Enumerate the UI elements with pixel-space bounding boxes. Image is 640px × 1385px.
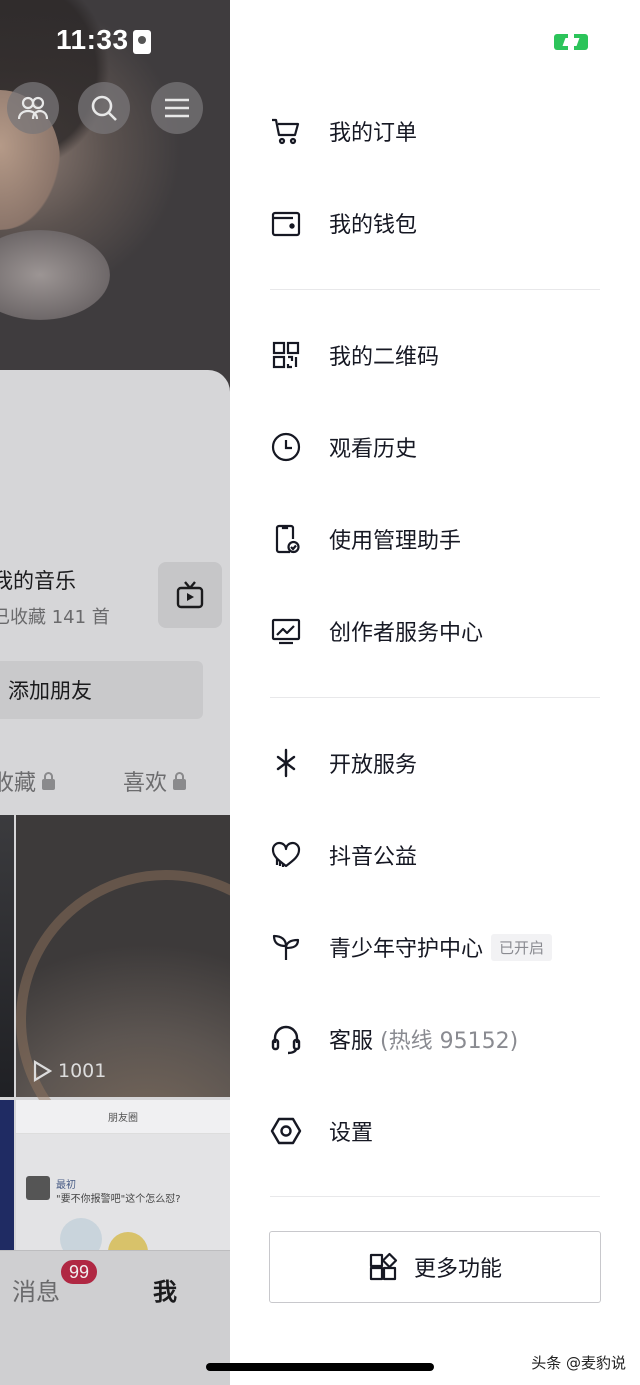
tab-likes-label: 喜欢	[123, 771, 168, 796]
mini-post-name: 最初	[56, 1180, 76, 1191]
divider	[270, 697, 600, 698]
menu-item-open-services[interactable]: 开放服务	[270, 733, 600, 793]
add-friend-label: 添加朋友	[8, 679, 92, 703]
cart-icon	[270, 115, 302, 147]
enabled-badge: 已开启	[491, 933, 553, 961]
sprout-icon	[270, 931, 302, 963]
tab-likes[interactable]: 喜欢	[123, 765, 187, 797]
nav-me[interactable]: 我	[153, 1272, 177, 1307]
friends-icon	[18, 96, 48, 120]
search-button[interactable]	[78, 82, 130, 134]
more-features-label: 更多功能	[413, 1257, 502, 1282]
menu-label: 开放服务	[329, 753, 418, 778]
bottom-nav-bar	[0, 1250, 230, 1385]
menu-label: 我的订单	[329, 121, 418, 146]
menu-label: 我的二维码	[329, 345, 440, 370]
status-time: 11:33	[56, 24, 129, 55]
divider	[270, 289, 600, 290]
profile-background: 11:33 我的音乐 已收藏 141 首 添加朋友 收藏 喜欢 1001 朋友圈	[0, 0, 230, 1385]
messages-badge: 99	[59, 1258, 99, 1286]
nav-messages[interactable]: 消息	[12, 1272, 60, 1307]
clock-icon	[270, 431, 302, 463]
wallet-icon	[270, 207, 302, 239]
menu-item-orders[interactable]: 我的订单	[270, 101, 600, 161]
sticker-image	[108, 1232, 148, 1250]
profile-cover-photo	[0, 0, 230, 420]
menu-item-qrcode[interactable]: 我的二维码	[270, 325, 600, 385]
tab-favorites[interactable]: 收藏	[0, 765, 56, 797]
home-indicator[interactable]	[206, 1363, 434, 1371]
menu-label: 观看历史	[329, 437, 418, 462]
lock-icon	[42, 772, 56, 790]
hamburger-icon	[165, 98, 189, 118]
lock-icon	[173, 772, 187, 790]
add-friend-button[interactable]: 添加朋友	[0, 661, 203, 719]
menu-item-charity[interactable]: 抖音公益	[270, 825, 600, 885]
gear-icon	[270, 1115, 302, 1147]
my-music-subtitle: 已收藏 141 首	[0, 607, 110, 628]
heart-hand-icon	[270, 839, 302, 871]
menu-item-youth-protection[interactable]: 青少年守护中心 已开启	[270, 917, 600, 977]
my-music-title[interactable]: 我的音乐	[0, 565, 76, 595]
mini-post-text: "要不你报警吧"这个怎么怼?	[56, 1194, 181, 1205]
play-icon	[33, 1060, 52, 1082]
video-thumbnail[interactable]	[0, 815, 14, 1097]
menu-label: 我的钱包	[329, 213, 418, 238]
chart-monitor-icon	[270, 615, 302, 647]
play-count-value: 1001	[58, 1060, 107, 1082]
menu-label: 创作者服务中心	[329, 621, 484, 646]
customer-service-label: 客服	[329, 1029, 374, 1054]
qrcode-icon	[270, 339, 302, 371]
divider	[270, 1196, 600, 1197]
headset-icon	[270, 1023, 302, 1055]
cover-photo-scarf	[0, 230, 110, 320]
menu-button[interactable]	[151, 82, 203, 134]
menu-label: 客服 (热线 95152)	[329, 1023, 518, 1055]
video-thumbnail[interactable]	[0, 1100, 14, 1250]
mini-post-title: 朋友圈	[16, 1100, 230, 1134]
menu-item-creator-center[interactable]: 创作者服务中心	[270, 601, 600, 661]
menu-label: 设置	[329, 1121, 374, 1146]
watermark: 头条 @麦豹说	[531, 1354, 626, 1372]
tv-icon	[176, 581, 204, 609]
id-card-icon	[133, 30, 151, 54]
menu-label: 使用管理助手	[329, 529, 462, 554]
menu-item-history[interactable]: 观看历史	[270, 417, 600, 477]
more-features-button[interactable]: 更多功能	[269, 1231, 601, 1303]
tv-button[interactable]	[158, 562, 222, 628]
avatar	[26, 1176, 50, 1200]
video-thumbnail[interactable]: 朋友圈 最初 "要不你报警吧"这个怎么怼?	[16, 1100, 230, 1250]
side-drawer: 我的订单 我的钱包 我的二维码 观看历史 使用管理助手 创作者服务中心 开放服务…	[230, 0, 640, 1385]
menu-item-settings[interactable]: 设置	[270, 1101, 600, 1161]
hotline-number: (热线 95152)	[380, 1029, 519, 1054]
battery-icon	[554, 34, 588, 50]
tab-favorites-label: 收藏	[0, 771, 37, 796]
spark-icon	[270, 747, 302, 779]
menu-item-customer-service[interactable]: 客服 (热线 95152)	[270, 1009, 600, 1069]
menu-item-usage-manager[interactable]: 使用管理助手	[270, 509, 600, 569]
menu-label: 抖音公益	[329, 845, 418, 870]
phone-check-icon	[270, 523, 302, 555]
grid-icon	[369, 1252, 398, 1281]
search-icon	[91, 95, 117, 121]
menu-label: 青少年守护中心	[329, 937, 484, 962]
menu-item-wallet[interactable]: 我的钱包	[270, 193, 600, 253]
friends-button[interactable]	[7, 82, 59, 134]
sticker-image	[60, 1218, 102, 1250]
play-count: 1001	[32, 1060, 106, 1082]
